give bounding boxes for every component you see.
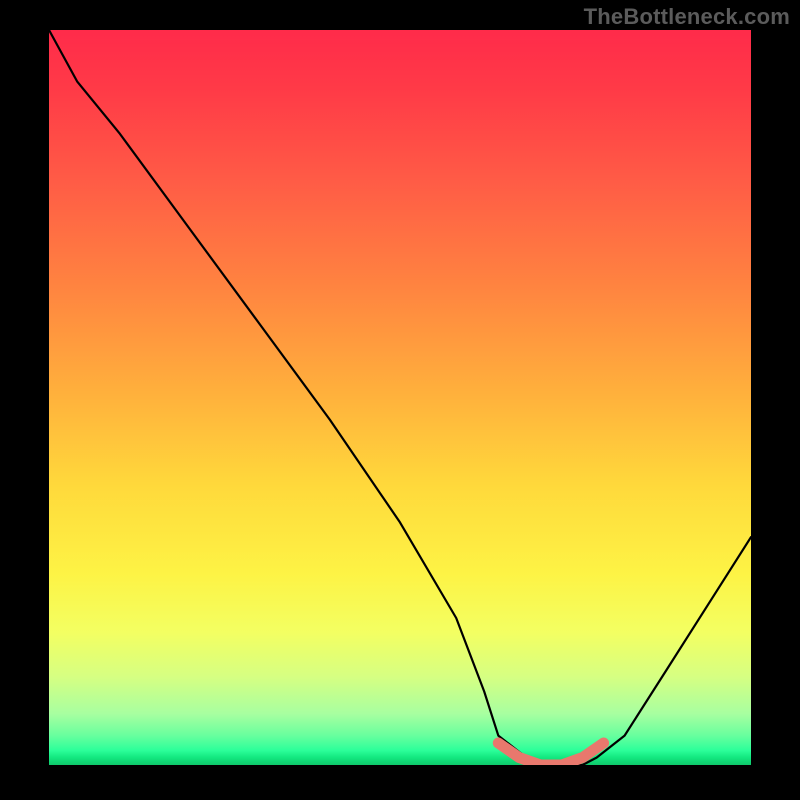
- curve-layer: [49, 30, 751, 765]
- plot-area: [49, 30, 751, 765]
- bottleneck-curve: [49, 30, 751, 765]
- watermark-text: TheBottleneck.com: [584, 4, 790, 30]
- chart-frame: TheBottleneck.com: [0, 0, 800, 800]
